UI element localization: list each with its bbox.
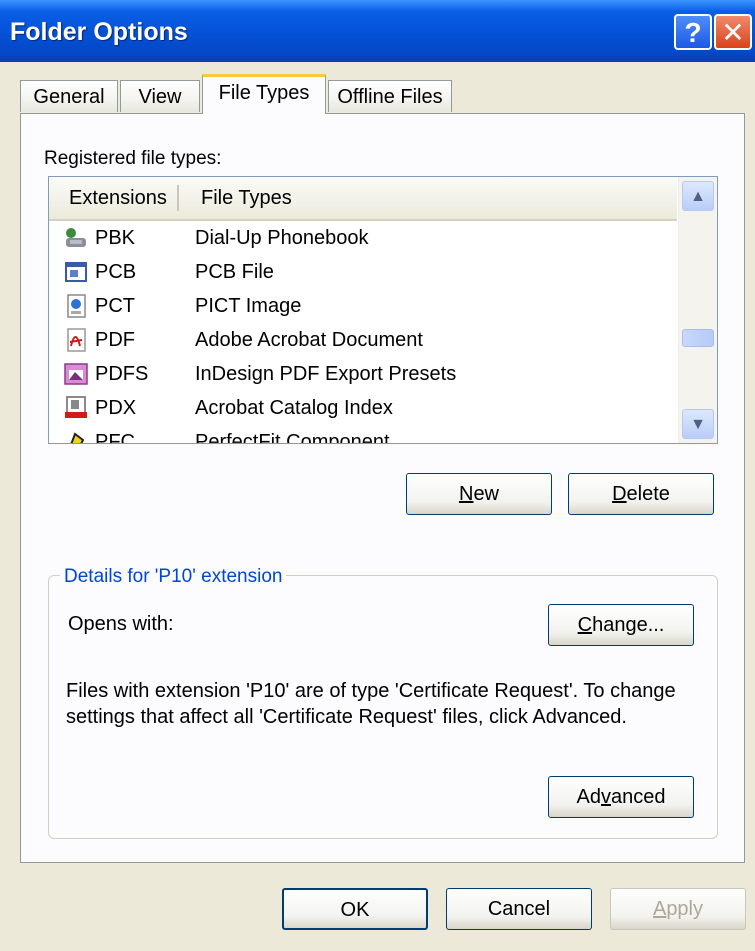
list-item-ext: PCT — [95, 295, 135, 317]
list-scrollbar[interactable]: ▲ ▼ — [678, 177, 717, 443]
cancel-label: Cancel — [487, 898, 551, 920]
advanced-button[interactable]: Advanced — [548, 776, 694, 818]
window-title: Folder Options — [10, 18, 188, 46]
cancel-button[interactable]: Cancel — [446, 888, 592, 930]
delete-button[interactable]: Delete — [568, 473, 714, 515]
tab-file-types[interactable]: File Types — [202, 74, 326, 114]
component-icon — [63, 430, 89, 443]
chevron-up-icon: ▲ — [690, 188, 706, 205]
advanced-label-post: anced — [610, 786, 666, 808]
change-label-post: hange... — [592, 614, 665, 636]
new-button[interactable]: New — [406, 473, 552, 515]
advanced-label-accel: v — [600, 786, 611, 808]
registered-file-types-label: Registered file types: — [44, 148, 222, 169]
generic-file-icon — [63, 260, 89, 284]
list-item[interactable]: PBK Dial-Up Phonebook — [49, 221, 677, 255]
tab-general-label: General — [33, 86, 105, 108]
file-types-list[interactable]: Extensions File Types PBK Dial-Up Phoneb… — [48, 176, 718, 444]
list-item[interactable]: PDX Acrobat Catalog Index — [49, 391, 677, 425]
help-icon: ? — [684, 17, 702, 48]
apply-label-accel: A — [652, 898, 667, 920]
column-header-file-types[interactable]: File Types — [201, 187, 292, 210]
image-file-icon — [63, 294, 89, 318]
list-item-type: Dial-Up Phonebook — [195, 227, 369, 249]
scroll-down-button[interactable]: ▼ — [682, 409, 714, 439]
tab-offline-files-label: Offline Files — [337, 86, 443, 108]
tab-view[interactable]: View — [120, 80, 200, 112]
scroll-up-button[interactable]: ▲ — [682, 181, 714, 211]
tab-file-types-label: File Types — [218, 82, 310, 104]
list-item-ext: PDF — [95, 329, 135, 351]
ok-label: OK — [340, 899, 370, 921]
new-label-accel: N — [458, 483, 474, 505]
apply-label-post: pply — [666, 898, 704, 920]
indesign-icon — [63, 362, 89, 386]
list-item-ext: PDX — [95, 397, 137, 419]
delete-label-accel: D — [612, 483, 627, 505]
list-item-type: PICT Image — [195, 295, 302, 317]
list-header: Extensions File Types — [49, 177, 677, 221]
list-item-type: Acrobat Catalog Index — [195, 397, 393, 419]
list-item[interactable]: PCB PCB File — [49, 255, 677, 289]
list-item-type: Adobe Acrobat Document — [195, 329, 423, 351]
list-item-ext: PBK — [95, 227, 136, 249]
list-rows: PBK Dial-Up Phonebook PCB PCB File PCT P… — [49, 221, 677, 444]
list-item-ext: PFC — [95, 431, 135, 444]
list-item-type: PCB File — [195, 261, 274, 283]
details-description: Files with extension 'P10' are of type '… — [66, 680, 676, 728]
chevron-down-icon: ▼ — [690, 416, 706, 433]
list-item[interactable]: PFC PerfectFit Component — [49, 425, 677, 444]
advanced-label-pre: Ad — [576, 786, 601, 808]
close-icon: ✕ — [721, 17, 745, 48]
change-label-accel: C — [577, 614, 593, 636]
apply-button[interactable]: Apply — [610, 888, 746, 930]
new-label-post: ew — [473, 483, 500, 505]
tab-general[interactable]: General — [20, 80, 118, 112]
catalog-index-icon — [63, 396, 89, 420]
list-item[interactable]: PDF Adobe Acrobat Document — [49, 323, 677, 357]
ok-button[interactable]: OK — [282, 888, 428, 930]
details-group-title: Details for 'P10' extension — [60, 566, 287, 588]
pdf-icon — [63, 328, 89, 352]
list-item-type: InDesign PDF Export Presets — [195, 363, 457, 385]
list-item[interactable]: PCT PICT Image — [49, 289, 677, 323]
list-item[interactable]: PDFS InDesign PDF Export Presets — [49, 357, 677, 391]
list-item-type: PerfectFit Component — [195, 431, 390, 444]
list-item-ext: PDFS — [95, 363, 149, 385]
tab-view-label: View — [138, 86, 182, 108]
change-button[interactable]: Change... — [548, 604, 694, 646]
column-header-extensions[interactable]: Extensions — [69, 187, 167, 210]
opens-with-label: Opens with: — [68, 613, 174, 635]
help-button[interactable]: ? — [674, 14, 712, 50]
close-button[interactable]: ✕ — [714, 14, 752, 50]
phonebook-icon — [63, 226, 89, 250]
title-bar: Folder Options ? ✕ — [0, 0, 755, 62]
tab-offline-files[interactable]: Offline Files — [328, 80, 452, 112]
delete-label-post: elete — [626, 483, 670, 505]
column-divider[interactable] — [177, 185, 179, 211]
list-item-ext: PCB — [95, 261, 137, 283]
scroll-thumb[interactable] — [682, 329, 714, 347]
